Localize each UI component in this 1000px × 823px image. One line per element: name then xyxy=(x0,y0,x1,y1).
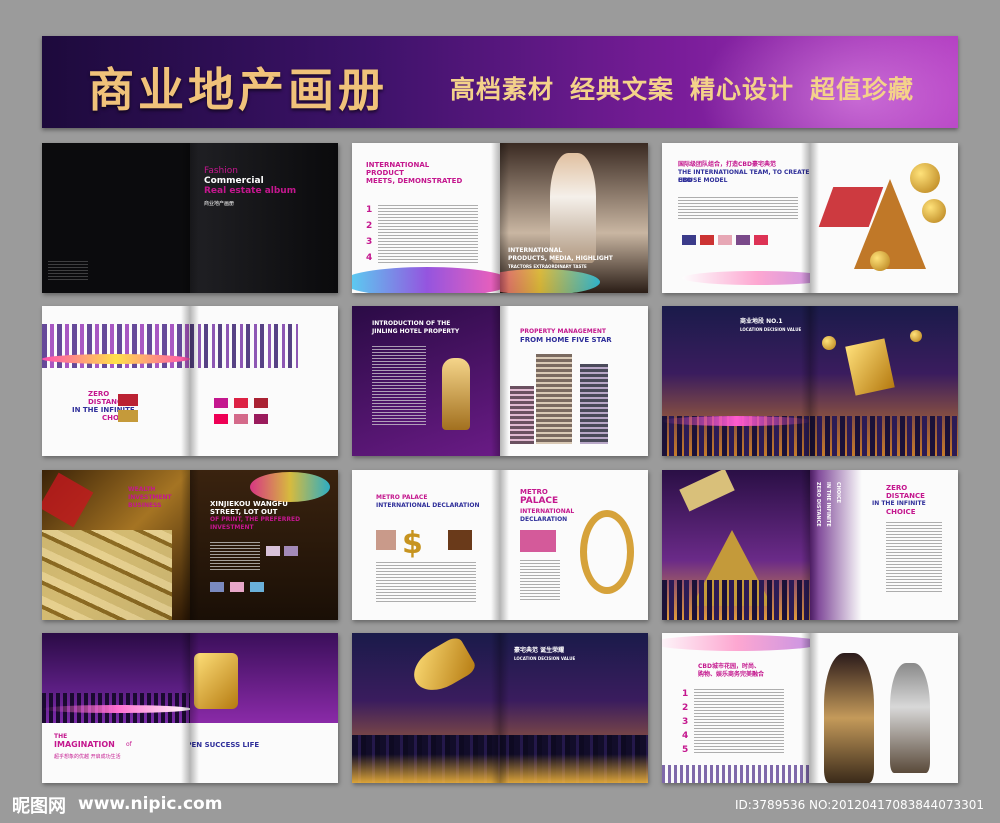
cover-fashion: Fashion xyxy=(204,166,238,176)
spread-mansion-model[interactable]: 豪宅典范 诞生荣耀 LOCATION DECISION VALUE xyxy=(352,633,648,783)
spread-jinling-hotel[interactable]: INTRODUCTION OF THE JINLING HOTEL PROPER… xyxy=(352,306,648,456)
cover-album: Real estate album xyxy=(204,186,297,196)
spread-cover[interactable]: Fashion Commercial Real estate album 商业地… xyxy=(42,143,338,293)
page-left: 商业地段 NO.1 LOCATION DECISION VALUE xyxy=(662,306,810,456)
page-right: PROPERTY MANAGEMENT FROM HOME FIVE STAR xyxy=(500,306,648,456)
page-right: XINJIEKOU WANGFU STREET, LOT OUT OF PRIN… xyxy=(190,470,338,620)
gold-character xyxy=(194,653,238,709)
page-right: SUPERIOR OPEN SUCCESS LIFE xyxy=(190,633,338,783)
page-right xyxy=(190,306,338,456)
page-right xyxy=(810,143,958,293)
page-right: Fashion Commercial Real estate album 商业地… xyxy=(190,143,338,293)
page-left: 国际级团队组合，打造CBD豪宅典范 THE INTERNATIONAL TEAM… xyxy=(662,143,810,293)
spread-metro-palace[interactable]: METRO PALACE INTERNATIONAL DECLARATION $… xyxy=(352,470,648,620)
page-left: INTRODUCTION OF THE JINLING HOTEL PROPER… xyxy=(352,306,500,456)
dollar-icon: $ xyxy=(402,526,423,561)
spread-location-no1[interactable]: 商业地段 NO.1 LOCATION DECISION VALUE xyxy=(662,306,958,456)
page-right: INTERNATIONAL PRODUCTS, MEDIA, HIGHLIGHT… xyxy=(500,143,648,293)
page-right xyxy=(810,633,958,783)
page-left: METRO PALACE INTERNATIONAL DECLARATION $ xyxy=(352,470,500,620)
cover-commercial: Commercial xyxy=(204,176,264,186)
tagline-2: 经典文案 xyxy=(570,75,675,104)
money-pile xyxy=(42,530,172,620)
header-banner: 商业地产画册 高档素材 经典文案 精心设计 超值珍藏 xyxy=(42,36,958,128)
spread-international-product[interactable]: INTERNATIONAL PRODUCT MEETS, DEMONSTRATE… xyxy=(352,143,648,293)
spread-imagination[interactable]: THE IMAGINATION of 超乎想象的优越 开启成功生活 SUPERI… xyxy=(42,633,338,783)
gold-block xyxy=(845,338,895,396)
page-right: ZERO DISTANCE IN THE INFINITE CHOICE ZER… xyxy=(810,470,958,620)
tagline-3: 精心设计 xyxy=(690,75,795,104)
spread-cbd-garden[interactable]: CBD城市花园，时尚、 购物、娱乐商务完美融合 1 2 3 4 5 xyxy=(662,633,958,783)
cover-subtitle: 商业地产画册 xyxy=(204,201,235,207)
page-right xyxy=(810,306,958,456)
page-left xyxy=(42,143,190,293)
footer-id: ID:3789536 NO:20120417083844073301 xyxy=(734,798,984,812)
tagline-1: 高档素材 xyxy=(450,75,555,104)
page-left xyxy=(662,470,810,620)
gold-trumpet xyxy=(406,634,478,700)
page-right: 豪宅典范 诞生荣耀 LOCATION DECISION VALUE xyxy=(500,633,648,783)
footer-logo: 昵图网 xyxy=(12,796,66,817)
page-left: ZERO DISTANCE IN THE INFINITE CHOICE xyxy=(42,306,190,456)
banner-taglines: 高档素材 经典文案 精心设计 超值珍藏 xyxy=(450,70,914,106)
spread-zero-distance[interactable]: ZERO DISTANCE IN THE INFINITE CHOICE xyxy=(42,306,338,456)
page-left: INTERNATIONAL PRODUCT MEETS, DEMONSTRATE… xyxy=(352,143,500,293)
gold-statue xyxy=(442,358,470,430)
page-right: METRO PALACE INTERNATIONAL DECLARATION xyxy=(500,470,648,620)
gold-pendant xyxy=(580,510,634,594)
footer-url[interactable]: www.nipic.com xyxy=(78,794,222,814)
spread-zero-distance-gold[interactable]: ZERO DISTANCE IN THE INFINITE CHOICE ZER… xyxy=(662,470,958,620)
page-left: WEALTH INVESTMENT BUSINESS xyxy=(42,470,190,620)
page-left xyxy=(352,633,500,783)
tagline-4: 超值珍藏 xyxy=(810,75,915,104)
page-left: CBD城市花园，时尚、 购物、娱乐商务完美融合 1 2 3 4 5 xyxy=(662,633,810,783)
model-photo xyxy=(824,653,874,783)
banner-title: 商业地产画册 xyxy=(88,63,388,117)
spread-international-team[interactable]: 国际级团队组合，打造CBD豪宅典范 THE INTERNATIONAL TEAM… xyxy=(662,143,958,293)
spread-wealth-investment[interactable]: WEALTH INVESTMENT BUSINESS XINJIEKOU WAN… xyxy=(42,470,338,620)
heading: INTERNATIONAL xyxy=(366,161,430,169)
building xyxy=(536,354,572,444)
page-left: THE IMAGINATION of 超乎想象的优越 开启成功生活 xyxy=(42,633,190,783)
